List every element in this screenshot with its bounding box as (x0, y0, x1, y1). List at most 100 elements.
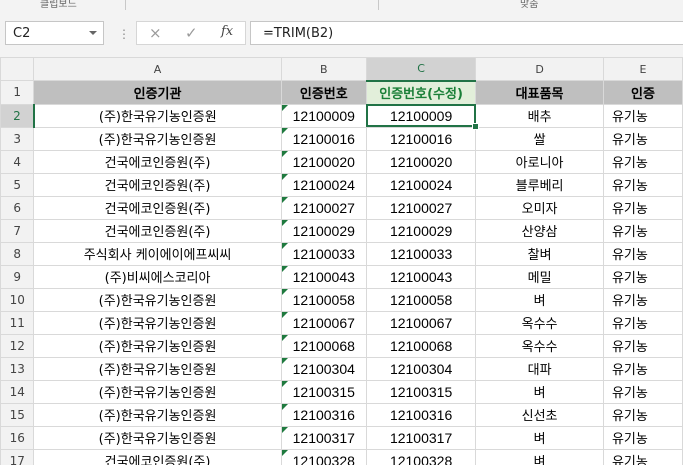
cell-cert-no[interactable]: 12100029 (280, 218, 367, 243)
cell-cert[interactable]: 유기농 (602, 241, 683, 266)
cell-cert[interactable]: 유기농 (602, 172, 683, 197)
row-header[interactable]: 15 (0, 402, 35, 427)
chevron-down-icon[interactable] (89, 31, 97, 35)
row-header[interactable]: 8 (0, 241, 35, 266)
cell-item[interactable]: 벼 (475, 379, 604, 404)
cell-cert-no-fixed[interactable]: 12100029 (365, 218, 477, 243)
cell-item[interactable]: 벼 (475, 425, 604, 450)
cell-item[interactable]: 배추 (475, 103, 604, 128)
cell-cert[interactable]: 유기농 (602, 218, 683, 243)
cell-item[interactable]: 아로니아 (475, 149, 604, 174)
cell-agency[interactable]: (주)한국유기농인증원 (33, 287, 282, 312)
row-header[interactable]: 1 (0, 80, 35, 105)
header-cell-agency[interactable]: 인증기관 (33, 80, 282, 105)
cell-cert[interactable]: 유기농 (602, 379, 683, 404)
cell-agency[interactable]: (주)한국유기농인증원 (33, 425, 282, 450)
cell-cert-no-fixed[interactable]: 12100027 (365, 195, 477, 220)
cell-cert-no-fixed[interactable]: 12100033 (365, 241, 477, 266)
cell-cert-no-fixed[interactable]: 12100317 (365, 425, 477, 450)
fill-handle[interactable] (471, 123, 479, 130)
cell-item[interactable]: 쌀 (475, 126, 604, 151)
header-cell-cert[interactable]: 인증 (602, 80, 683, 105)
cell-item[interactable]: 신선초 (475, 402, 604, 427)
cancel-icon[interactable]: × (149, 24, 162, 42)
cell-cert[interactable]: 유기농 (602, 448, 683, 465)
cell-item[interactable]: 찰벼 (475, 241, 604, 266)
cell-item[interactable]: 대파 (475, 356, 604, 381)
cell-cert[interactable]: 유기농 (602, 402, 683, 427)
cell-cert-no[interactable]: 12100328 (280, 448, 367, 465)
cell-cert-no[interactable]: 12100027 (280, 195, 367, 220)
header-cell-item[interactable]: 대표품목 (475, 80, 604, 105)
cell-agency[interactable]: (주)한국유기농인증원 (33, 126, 282, 151)
row-header[interactable]: 3 (0, 126, 35, 151)
formula-input[interactable]: =TRIM(B2) (250, 21, 683, 45)
cell-cert-no[interactable]: 12100315 (280, 379, 367, 404)
row-header[interactable]: 7 (0, 218, 35, 243)
row-header[interactable]: 9 (0, 264, 35, 289)
row-header[interactable]: 11 (0, 310, 35, 335)
cell-cert-no[interactable]: 12100058 (280, 287, 367, 312)
cell-agency[interactable]: 주식회사 케이에이에프씨씨 (33, 241, 282, 266)
cell-cert-no-fixed[interactable]: 12100024 (365, 172, 477, 197)
row-header[interactable]: 2 (0, 103, 35, 128)
cell-cert-no[interactable]: 12100009 (280, 103, 367, 128)
cell-item[interactable]: 벼 (475, 287, 604, 312)
row-header[interactable]: 13 (0, 356, 35, 381)
cell-agency[interactable]: (주)한국유기농인증원 (33, 379, 282, 404)
cell-cert-no[interactable]: 12100020 (280, 149, 367, 174)
cell-cert-no-fixed[interactable]: 12100009 (365, 103, 477, 128)
cell-agency[interactable]: (주)한국유기농인증원 (33, 103, 282, 128)
column-header-e[interactable]: E (602, 57, 683, 81)
name-box[interactable]: C2 (5, 21, 104, 45)
cell-item[interactable]: 블루베리 (475, 172, 604, 197)
row-header[interactable]: 10 (0, 287, 35, 312)
row-header[interactable]: 12 (0, 333, 35, 358)
cell-agency[interactable]: 건국에코인증원(주) (33, 448, 282, 465)
row-header[interactable]: 16 (0, 425, 35, 450)
cell-cert-no-fixed[interactable]: 12100058 (365, 287, 477, 312)
cell-cert-no-fixed[interactable]: 12100315 (365, 379, 477, 404)
column-header-c[interactable]: C (365, 57, 477, 82)
cell-cert-no[interactable]: 12100068 (280, 333, 367, 358)
column-header-d[interactable]: D (475, 57, 604, 81)
cell-cert-no-fixed[interactable]: 12100067 (365, 310, 477, 335)
row-header[interactable]: 17 (0, 448, 35, 465)
cell-cert-no-fixed[interactable]: 12100316 (365, 402, 477, 427)
cell-agency[interactable]: 건국에코인증원(주) (33, 172, 282, 197)
cell-cert[interactable]: 유기농 (602, 310, 683, 335)
cell-cert-no[interactable]: 12100316 (280, 402, 367, 427)
cell-agency[interactable]: (주)한국유기농인증원 (33, 310, 282, 335)
cell-item[interactable]: 산양삼 (475, 218, 604, 243)
cell-cert[interactable]: 유기농 (602, 333, 683, 358)
cell-cert-no[interactable]: 12100016 (280, 126, 367, 151)
row-header[interactable]: 5 (0, 172, 35, 197)
cell-cert[interactable]: 유기농 (602, 126, 683, 151)
cell-cert[interactable]: 유기농 (602, 356, 683, 381)
cell-cert[interactable]: 유기농 (602, 425, 683, 450)
cell-cert-no[interactable]: 12100024 (280, 172, 367, 197)
cell-item[interactable]: 메밀 (475, 264, 604, 289)
row-header[interactable]: 4 (0, 149, 35, 174)
cell-cert-no[interactable]: 12100304 (280, 356, 367, 381)
header-cell-cert-no-fixed[interactable]: 인증번호(수정) (365, 80, 477, 105)
cell-agency[interactable]: 건국에코인증원(주) (33, 218, 282, 243)
column-header-b[interactable]: B (280, 57, 367, 81)
cell-cert-no-fixed[interactable]: 12100068 (365, 333, 477, 358)
cell-agency[interactable]: (주)한국유기농인증원 (33, 402, 282, 427)
cell-cert-no-fixed[interactable]: 12100304 (365, 356, 477, 381)
more-options-icon[interactable]: ⋮ (118, 27, 130, 41)
cell-item[interactable]: 오미자 (475, 195, 604, 220)
row-header[interactable]: 6 (0, 195, 35, 220)
worksheet-grid[interactable]: A B C D E 1 인증기관 인증번호 인증번호(수정) 대표품목 인증 2… (0, 57, 683, 465)
cell-cert[interactable]: 유기농 (602, 103, 683, 128)
cell-cert-no[interactable]: 12100033 (280, 241, 367, 266)
header-cell-cert-no[interactable]: 인증번호 (280, 80, 367, 105)
cell-cert-no-fixed[interactable]: 12100016 (365, 126, 477, 151)
cell-cert[interactable]: 유기농 (602, 149, 683, 174)
enter-icon[interactable]: ✓ (185, 24, 198, 42)
cell-item[interactable]: 옥수수 (475, 333, 604, 358)
cell-cert-no[interactable]: 12100067 (280, 310, 367, 335)
cell-cert-no-fixed[interactable]: 12100020 (365, 149, 477, 174)
cell-cert-no[interactable]: 12100317 (280, 425, 367, 450)
